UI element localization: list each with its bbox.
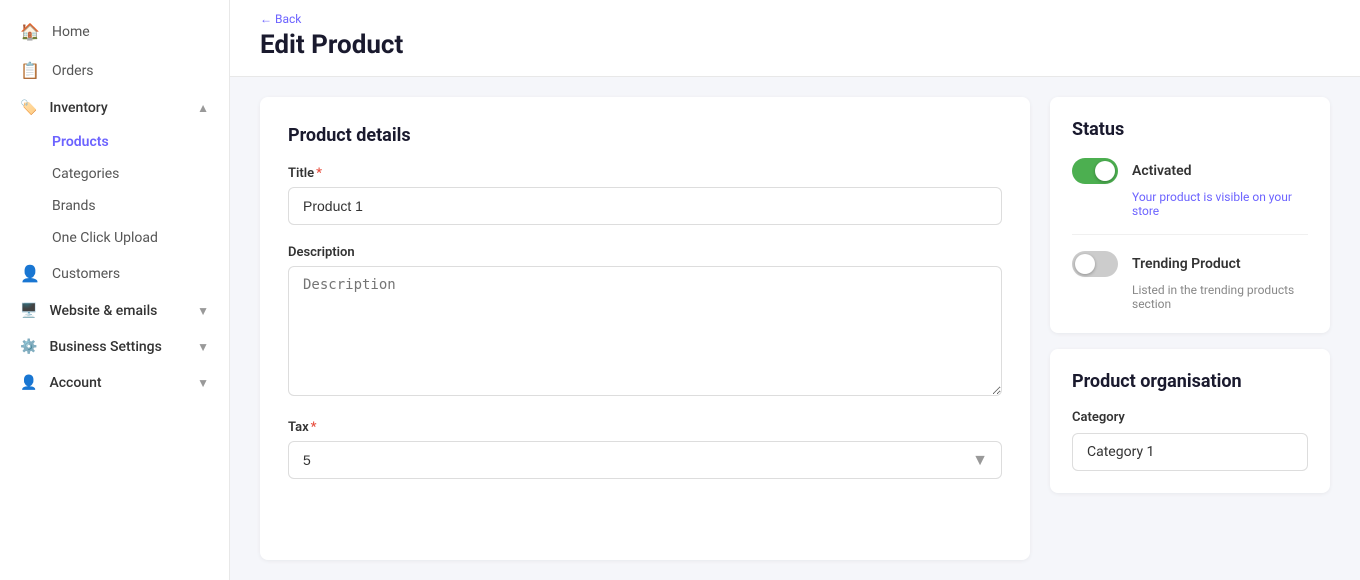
home-icon: 🏠 [20, 22, 40, 41]
category-value[interactable]: Category 1 [1072, 433, 1308, 471]
sidebar-item-inventory[interactable]: 🏷️ Inventory ▲ [0, 90, 229, 126]
sidebar-item-business-settings[interactable]: ⚙️ Business Settings ▼ [0, 329, 229, 365]
sidebar-label-inventory: Inventory [49, 100, 107, 116]
sidebar-label-one-click-upload: One Click Upload [52, 230, 158, 246]
sidebar-item-brands[interactable]: Brands [0, 190, 229, 222]
chevron-down-icon-settings: ▼ [197, 340, 209, 354]
sidebar-label-products: Products [52, 134, 109, 150]
sidebar-item-one-click-upload[interactable]: One Click Upload [0, 222, 229, 254]
sidebar-label-account: Account [49, 375, 101, 391]
main-content: ← Back Edit Product Product details Titl… [230, 0, 1360, 580]
website-icon: 🖥️ [20, 303, 37, 319]
chevron-down-icon-account: ▼ [197, 376, 209, 390]
description-field: Description [288, 245, 1002, 400]
page-title: Edit Product [260, 30, 1330, 60]
status-divider [1072, 234, 1308, 235]
trending-toggle-knob [1075, 254, 1095, 274]
description-textarea[interactable] [288, 266, 1002, 396]
title-required: * [316, 166, 322, 181]
chevron-up-icon: ▲ [197, 101, 209, 115]
sidebar-label-categories: Categories [52, 166, 119, 182]
trending-sublabel: Listed in the trending products section [1072, 283, 1308, 311]
account-icon: 👤 [20, 375, 37, 391]
side-panel: Status Activated Your product is visible… [1050, 97, 1330, 560]
product-details-card: Product details Title* Description Tax* [260, 97, 1030, 560]
settings-icon: ⚙️ [20, 339, 37, 355]
trending-toggle[interactable] [1072, 251, 1118, 277]
tax-select-wrap: 5 10 15 20 ▼ [288, 441, 1002, 479]
customers-icon: 👤 [20, 264, 40, 283]
page-header: ← Back Edit Product [230, 0, 1360, 77]
sidebar-label-home: Home [52, 24, 90, 40]
organisation-title: Product organisation [1072, 371, 1308, 392]
trending-toggle-row: Trending Product [1072, 251, 1308, 277]
orders-icon: 📋 [20, 61, 40, 80]
tax-required: * [311, 420, 317, 435]
inventory-icon: 🏷️ [20, 100, 37, 116]
sidebar-item-website-emails[interactable]: 🖥️ Website & emails ▼ [0, 293, 229, 329]
sidebar-label-brands: Brands [52, 198, 96, 214]
trending-label: Trending Product [1132, 256, 1241, 272]
sidebar-label-customers: Customers [52, 266, 120, 282]
title-field: Title* [288, 166, 1002, 225]
tax-label: Tax* [288, 420, 1002, 435]
activated-sublabel: Your product is visible on your store [1072, 190, 1308, 218]
tax-select[interactable]: 5 10 15 20 [288, 441, 1002, 479]
activated-toggle-row: Activated [1072, 158, 1308, 184]
breadcrumb[interactable]: ← Back [260, 12, 1330, 26]
activated-toggle-knob [1095, 161, 1115, 181]
title-label: Title* [288, 166, 1002, 181]
content-area: Product details Title* Description Tax* [230, 77, 1360, 580]
sidebar-label-business-settings: Business Settings [49, 339, 161, 355]
sidebar-item-customers[interactable]: 👤 Customers [0, 254, 229, 293]
title-input[interactable] [288, 187, 1002, 225]
activated-toggle[interactable] [1072, 158, 1118, 184]
organisation-card: Product organisation Category Category 1 [1050, 349, 1330, 493]
tax-field: Tax* 5 10 15 20 ▼ [288, 420, 1002, 479]
chevron-down-icon-website: ▼ [197, 304, 209, 318]
sidebar-label-website-emails: Website & emails [49, 303, 157, 319]
status-title: Status [1072, 119, 1308, 140]
sidebar-item-orders[interactable]: 📋 Orders [0, 51, 229, 90]
status-card: Status Activated Your product is visible… [1050, 97, 1330, 333]
sidebar-label-orders: Orders [52, 63, 94, 79]
sidebar-item-categories[interactable]: Categories [0, 158, 229, 190]
sidebar-item-account[interactable]: 👤 Account ▼ [0, 365, 229, 401]
sidebar-item-products[interactable]: Products [0, 126, 229, 158]
sidebar: 🏠 Home 📋 Orders 🏷️ Inventory ▲ Products … [0, 0, 230, 580]
activated-label: Activated [1132, 163, 1192, 179]
description-label: Description [288, 245, 1002, 260]
category-label: Category [1072, 410, 1308, 425]
form-section-title: Product details [288, 125, 1002, 146]
sidebar-item-home[interactable]: 🏠 Home [0, 12, 229, 51]
